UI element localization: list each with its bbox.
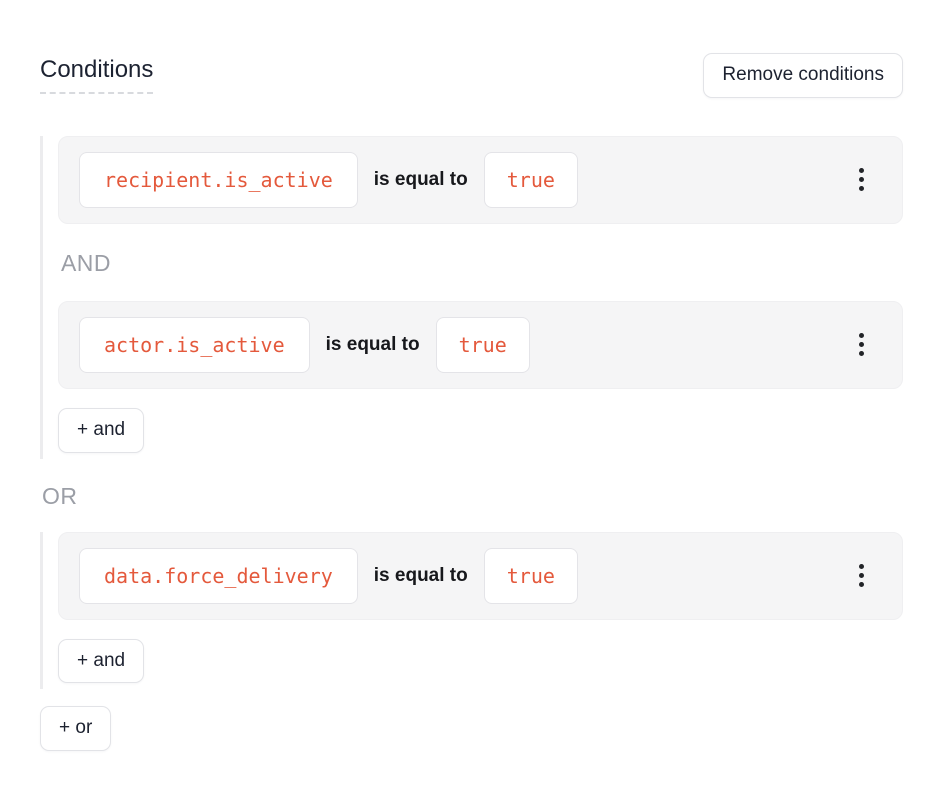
kebab-dot (859, 177, 864, 182)
condition-group-2: data.force_delivery is equal to true + a… (40, 532, 903, 690)
operator-label: is equal to (326, 334, 420, 356)
kebab-dot (859, 351, 864, 356)
add-or-button[interactable]: + or (40, 706, 111, 751)
kebab-icon (859, 168, 864, 191)
kebab-icon (859, 333, 864, 356)
value-chip[interactable]: true (484, 548, 578, 604)
value-chip[interactable]: true (436, 317, 530, 373)
condition-menu-button[interactable] (853, 327, 870, 362)
condition-row: data.force_delivery is equal to true (58, 532, 903, 620)
kebab-dot (859, 342, 864, 347)
add-and-button[interactable]: + and (58, 408, 144, 453)
kebab-dot (859, 573, 864, 578)
conditions-editor: Conditions Remove conditions recipient.i… (0, 0, 946, 791)
kebab-dot (859, 168, 864, 173)
kebab-dot (859, 186, 864, 191)
remove-conditions-button[interactable]: Remove conditions (703, 53, 903, 98)
kebab-dot (859, 582, 864, 587)
or-joiner-label: OR (42, 481, 903, 511)
add-and-button[interactable]: + and (58, 639, 144, 684)
value-chip[interactable]: true (484, 152, 578, 208)
operator-label: is equal to (374, 169, 468, 191)
and-joiner-label: AND (61, 248, 903, 278)
condition-row: actor.is_active is equal to true (58, 301, 903, 389)
condition-menu-button[interactable] (853, 162, 870, 197)
kebab-dot (859, 333, 864, 338)
field-chip[interactable]: data.force_delivery (79, 548, 358, 604)
kebab-icon (859, 564, 864, 587)
kebab-dot (859, 564, 864, 569)
page-title: Conditions (40, 57, 153, 94)
field-chip[interactable]: actor.is_active (79, 317, 310, 373)
condition-row: recipient.is_active is equal to true (58, 136, 903, 224)
field-chip[interactable]: recipient.is_active (79, 152, 358, 208)
conditions-header: Conditions Remove conditions (40, 53, 903, 98)
condition-group-1: recipient.is_active is equal to true AND… (40, 136, 903, 459)
operator-label: is equal to (374, 565, 468, 587)
condition-menu-button[interactable] (853, 558, 870, 593)
